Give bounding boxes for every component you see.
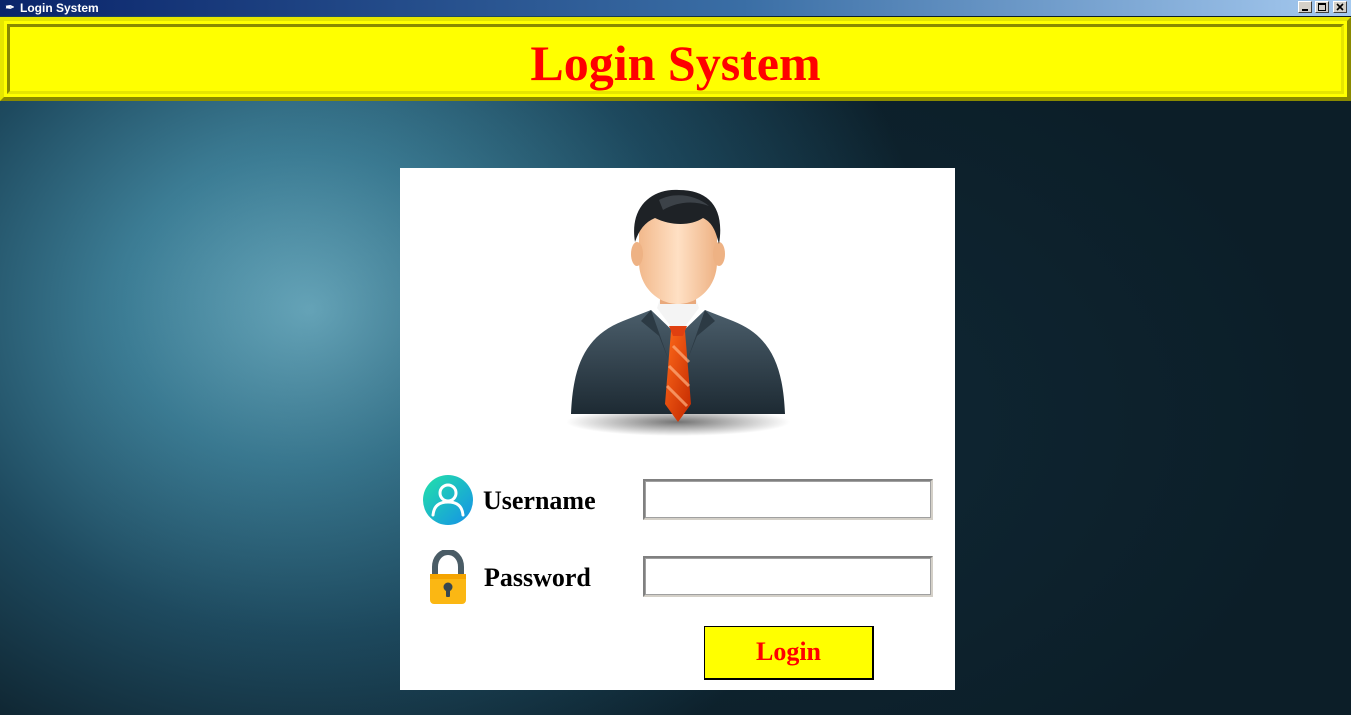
title-bar[interactable]: ✒ Login System bbox=[0, 0, 1351, 16]
page-title: Login System bbox=[530, 35, 821, 91]
maximize-button[interactable] bbox=[1315, 1, 1329, 13]
minimize-button[interactable] bbox=[1298, 1, 1312, 13]
login-panel: Username Password Login bbox=[400, 168, 955, 690]
header-banner: Login System bbox=[0, 17, 1351, 101]
close-icon bbox=[1336, 3, 1344, 11]
user-icon bbox=[423, 475, 473, 525]
password-label: Password bbox=[484, 563, 591, 592]
window-title: Login System bbox=[20, 1, 99, 15]
maximize-icon bbox=[1318, 3, 1326, 11]
lock-icon bbox=[430, 550, 466, 604]
close-button[interactable] bbox=[1333, 1, 1347, 13]
username-input[interactable] bbox=[643, 479, 933, 520]
app-window: ✒ Login System Login System Username Pas… bbox=[0, 0, 1351, 715]
login-button[interactable]: Login bbox=[704, 626, 874, 680]
minimize-icon bbox=[1302, 9, 1308, 11]
username-label: Username bbox=[483, 486, 596, 515]
businessman-avatar-icon bbox=[566, 189, 790, 436]
feather-icon: ✒ bbox=[5, 2, 15, 14]
password-input[interactable] bbox=[643, 556, 933, 597]
